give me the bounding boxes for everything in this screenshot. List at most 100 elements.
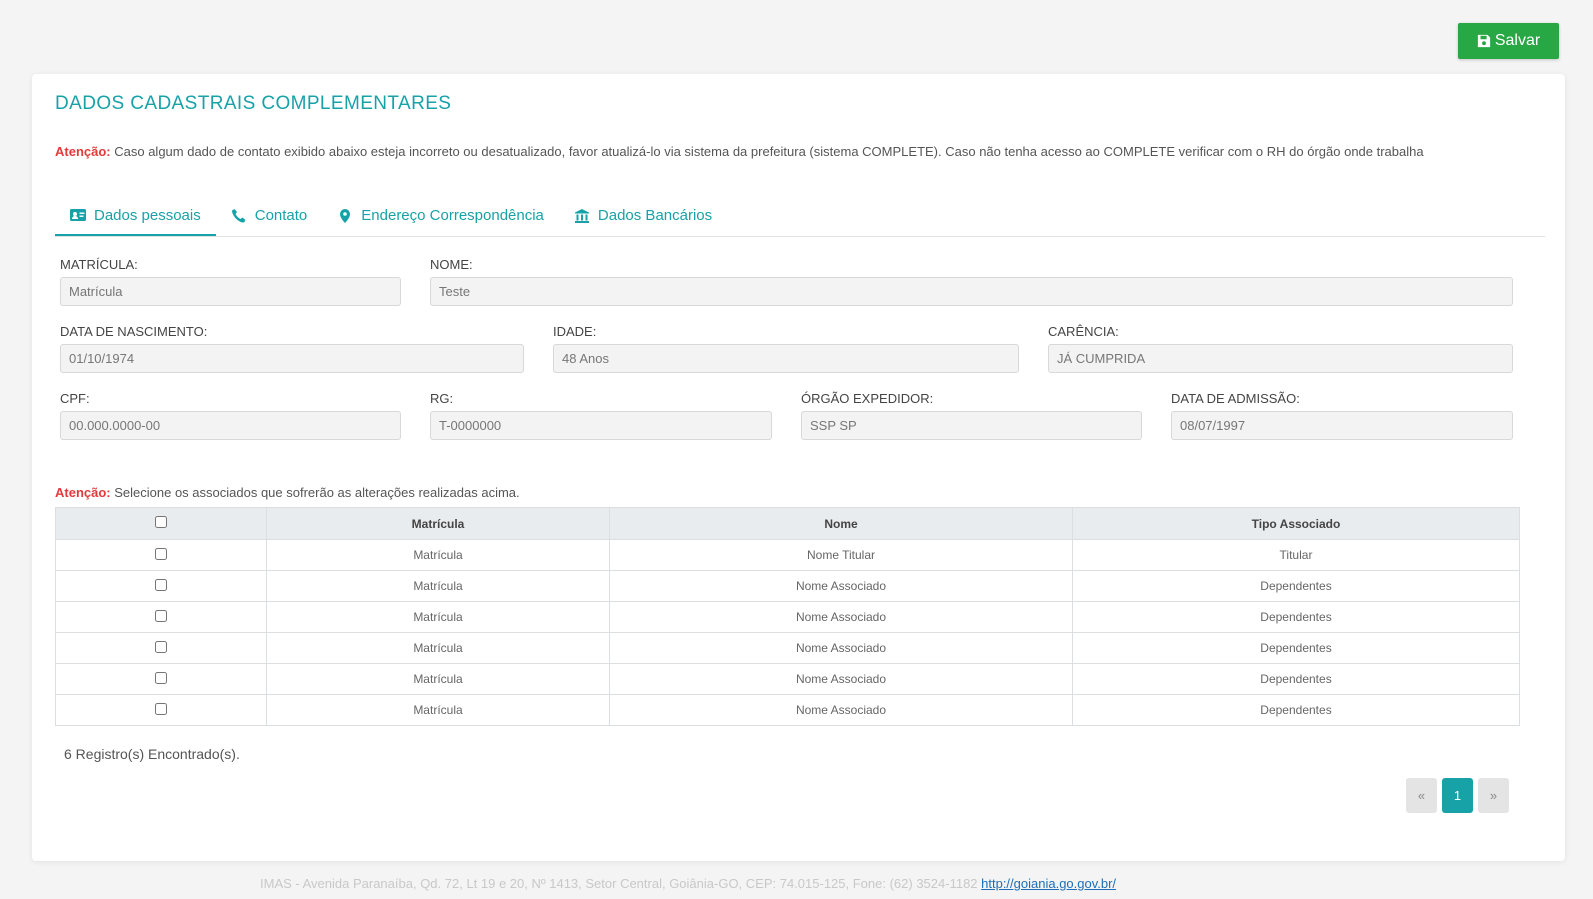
orgao-expedidor-label: ÓRGÃO EXPEDIDOR: xyxy=(801,391,934,406)
idade-label: IDADE: xyxy=(553,324,597,339)
col-tipo-associado: Tipo Associado xyxy=(1072,507,1520,540)
cell-matricula: Matrícula xyxy=(266,601,610,633)
associates-warning-label: Atenção: xyxy=(55,485,111,500)
cell-nome: Nome Associado xyxy=(609,632,1073,664)
cell-tipo: Dependentes xyxy=(1072,601,1520,633)
tab-bar: Dados pessoais Contato Endereço Correspo… xyxy=(55,196,1545,237)
save-button[interactable]: Salvar xyxy=(1458,23,1559,59)
tab-endereco-correspondencia[interactable]: Endereço Correspondência xyxy=(322,196,559,235)
orgao-expedidor-input[interactable] xyxy=(801,411,1142,440)
row-checkbox[interactable] xyxy=(155,609,167,622)
cell-tipo: Dependentes xyxy=(1072,570,1520,602)
tab-label: Dados pessoais xyxy=(94,206,201,224)
tab-contato[interactable]: Contato xyxy=(216,196,323,235)
cell-matricula: Matrícula xyxy=(266,663,610,695)
cell-tipo: Titular xyxy=(1072,539,1520,571)
row-select-cell xyxy=(55,663,267,695)
notice-warning-label: Atenção: xyxy=(55,144,111,159)
col-matricula: Matrícula xyxy=(266,507,610,540)
cell-matricula: Matrícula xyxy=(266,632,610,664)
cpf-label: CPF: xyxy=(60,391,90,406)
cell-matricula: Matrícula xyxy=(266,694,610,726)
field-data-admissao: DATA DE ADMISSÃO: xyxy=(1171,391,1513,440)
cell-matricula: Matrícula xyxy=(266,539,610,571)
rg-label: RG: xyxy=(430,391,454,406)
row-checkbox[interactable] xyxy=(155,671,167,684)
bank-icon xyxy=(574,208,589,223)
table-row: Matrícula Nome Associado Dependentes xyxy=(55,601,1520,633)
data-admissao-input[interactable] xyxy=(1171,411,1513,440)
field-idade: IDADE: xyxy=(553,324,1019,373)
associates-notice: Atenção: Selecione os associados que sof… xyxy=(55,485,520,500)
cell-nome: Nome Titular xyxy=(609,539,1073,571)
nome-input[interactable] xyxy=(430,277,1513,306)
field-matricula: MATRÍCULA: xyxy=(60,257,401,306)
carencia-input[interactable] xyxy=(1048,344,1513,373)
row-select-cell xyxy=(55,632,267,664)
row-select-cell xyxy=(55,601,267,633)
field-data-nascimento: DATA DE NASCIMENTO: xyxy=(60,324,524,373)
nome-label: NOME: xyxy=(430,257,473,272)
footer-address: IMAS - Avenida Paranaíba, Qd. 72, Lt 19 … xyxy=(260,876,982,891)
pagination: « 1 » xyxy=(1406,778,1509,813)
cell-tipo: Dependentes xyxy=(1072,632,1520,664)
tab-label: Dados Bancários xyxy=(597,207,713,224)
footer-link[interactable]: http://goiania.go.gov.br/ xyxy=(981,876,1116,891)
associates-notice-text: Selecione os associados que sofrerão as … xyxy=(110,485,520,500)
row-select-cell xyxy=(55,539,267,571)
pagination-next-button[interactable]: » xyxy=(1478,778,1509,813)
cell-nome: Nome Associado xyxy=(609,663,1073,695)
rg-input[interactable] xyxy=(430,411,772,440)
map-marker-icon xyxy=(340,208,351,223)
row-checkbox[interactable] xyxy=(155,702,167,715)
tab-dados-bancarios[interactable]: Dados Bancários xyxy=(559,196,727,235)
col-nome: Nome xyxy=(609,507,1073,540)
data-admissao-label: DATA DE ADMISSÃO: xyxy=(1171,391,1300,406)
table-row: Matrícula Nome Titular Titular xyxy=(55,539,1520,571)
row-checkbox[interactable] xyxy=(155,640,167,653)
field-orgao-expedidor: ÓRGÃO EXPEDIDOR: xyxy=(801,391,1142,440)
table-row: Matrícula Nome Associado Dependentes xyxy=(55,694,1520,726)
main-card: DADOS CADASTRAIS COMPLEMENTARES Atenção:… xyxy=(32,74,1565,861)
table-row: Matrícula Nome Associado Dependentes xyxy=(55,632,1520,664)
matricula-input[interactable] xyxy=(60,277,401,306)
cell-tipo: Dependentes xyxy=(1072,694,1520,726)
data-nascimento-input[interactable] xyxy=(60,344,524,373)
field-carencia: CARÊNCIA: xyxy=(1048,324,1513,373)
pagination-page-button[interactable]: 1 xyxy=(1442,778,1473,813)
cell-nome: Nome Associado xyxy=(609,601,1073,633)
table-header-row: Matrícula Nome Tipo Associado xyxy=(55,507,1520,540)
floppy-disk-icon xyxy=(1477,34,1490,48)
cell-nome: Nome Associado xyxy=(609,570,1073,602)
page-title: DADOS CADASTRAIS COMPLEMENTARES xyxy=(55,93,452,114)
select-all-cell xyxy=(55,507,267,540)
notice-text: Caso algum dado de contato exibido abaix… xyxy=(110,144,1424,159)
pagination-prev-button[interactable]: « xyxy=(1406,778,1437,813)
tab-label: Contato xyxy=(254,207,308,224)
table-row: Matrícula Nome Associado Dependentes xyxy=(55,570,1520,602)
associates-table: Matrícula Nome Tipo Associado Matrícula … xyxy=(55,507,1520,726)
phone-icon xyxy=(231,208,246,223)
cpf-input[interactable] xyxy=(60,411,401,440)
id-card-icon xyxy=(70,209,86,221)
matricula-label: MATRÍCULA: xyxy=(60,257,138,272)
cell-tipo: Dependentes xyxy=(1072,663,1520,695)
select-all-checkbox[interactable] xyxy=(155,516,167,528)
row-checkbox[interactable] xyxy=(155,578,167,591)
tab-label: Endereço Correspondência xyxy=(361,207,544,224)
field-cpf: CPF: xyxy=(60,391,401,440)
row-checkbox[interactable] xyxy=(155,547,167,560)
field-nome: NOME: xyxy=(430,257,1513,306)
row-select-cell xyxy=(55,570,267,602)
footer: IMAS - Avenida Paranaíba, Qd. 72, Lt 19 … xyxy=(260,876,1116,891)
idade-input[interactable] xyxy=(553,344,1019,373)
carencia-label: CARÊNCIA: xyxy=(1048,324,1119,339)
field-rg: RG: xyxy=(430,391,772,440)
data-nascimento-label: DATA DE NASCIMENTO: xyxy=(60,324,208,339)
tab-dados-pessoais[interactable]: Dados pessoais xyxy=(55,196,216,236)
row-select-cell xyxy=(55,694,267,726)
cell-matricula: Matrícula xyxy=(266,570,610,602)
cell-nome: Nome Associado xyxy=(609,694,1073,726)
records-count: 6 Registro(s) Encontrado(s). xyxy=(64,746,240,762)
table-row: Matrícula Nome Associado Dependentes xyxy=(55,663,1520,695)
